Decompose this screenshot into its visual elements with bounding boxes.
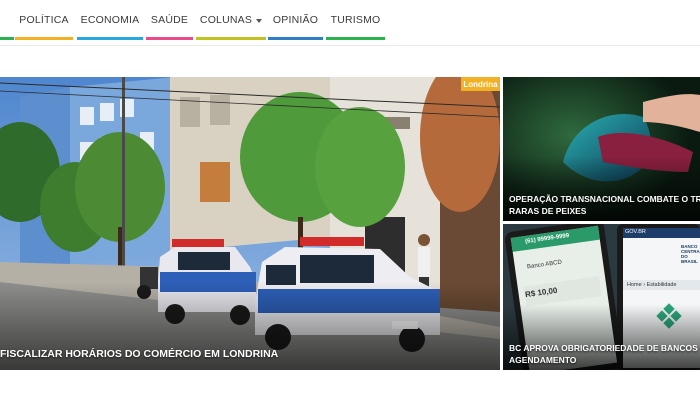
nav-item-economia[interactable]: ECONOMIA — [77, 0, 143, 40]
nav-item-label: POLÍTICA — [19, 14, 69, 26]
main-nav: POLÍTICA ECONOMIA SAÚDE COLUNAS OPINIÃO … — [0, 0, 700, 46]
category-tag[interactable]: Londrina — [461, 77, 500, 91]
nav-underline — [196, 37, 266, 40]
nav-item-label: COLUNAS — [199, 14, 253, 26]
nav-underline — [77, 37, 143, 40]
nav-underline — [268, 37, 323, 40]
nav-underline — [15, 37, 73, 40]
nav-edge-underline — [0, 37, 14, 40]
nav-underline — [146, 37, 193, 40]
featured-article-title[interactable]: FISCALIZAR HORÁRIOS DO COMÉRCIO EM LONDR… — [0, 348, 278, 360]
nav-item-label: TURISMO — [330, 14, 381, 26]
nav-item-saude[interactable]: SAÚDE — [146, 0, 193, 40]
side-article-fish[interactable]: OPERAÇÃO TRANSNACIONAL COMBATE O TRÁ RAR… — [503, 77, 700, 221]
side-article-title-line: BC APROVA OBRIGATORIEDADE DE BANCOS OF — [509, 343, 700, 353]
nav-item-colunas[interactable]: COLUNAS — [196, 0, 266, 40]
phone-screen-breadcrumb: Home › Estabilidade — [627, 282, 677, 288]
side-article-title-line: AGENDAMENTO — [509, 355, 577, 365]
phone-screen-network: GOV.BR — [625, 229, 646, 235]
side-article-title: OPERAÇÃO TRANSNACIONAL COMBATE O TRÁ RAR… — [509, 193, 700, 217]
nav-item-politica[interactable]: POLÍTICA — [15, 0, 73, 40]
phone-breadcrumb-home: Home — [627, 282, 642, 288]
nav-item-label: OPINIÃO — [272, 14, 319, 26]
phone-screen-bank-header: BANCO CENTRAL DO BRASIL — [681, 244, 700, 264]
nav-item-label: ECONOMIA — [80, 14, 140, 26]
nav-underline — [326, 37, 385, 40]
nav-item-opiniao[interactable]: OPINIÃO — [268, 0, 323, 40]
chevron-down-icon — [256, 18, 263, 23]
nav-edge-stub — [0, 0, 14, 40]
side-article-title-line: OPERAÇÃO TRANSNACIONAL COMBATE O TRÁ — [509, 194, 700, 204]
side-article-title: BC APROVA OBRIGATORIEDADE DE BANCOS OF A… — [509, 342, 700, 366]
nav-item-label: SAÚDE — [150, 14, 189, 26]
phone-breadcrumb-next: Estabilidade — [646, 282, 677, 288]
featured-photo — [0, 77, 500, 370]
side-article-title-line: RARAS DE PEIXES — [509, 206, 587, 216]
featured-article[interactable] — [0, 77, 500, 370]
side-article-bank[interactable]: (61) 99999-9999 Banco ABCD R$ 10,00 GOV.… — [503, 224, 700, 370]
nav-item-turismo[interactable]: TURISMO — [326, 0, 385, 40]
